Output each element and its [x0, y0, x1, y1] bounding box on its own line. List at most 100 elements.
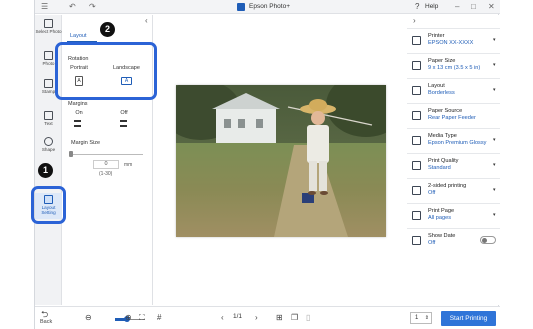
setting-printer[interactable]: Printer EPSON XX-XXXX ▾: [407, 28, 500, 52]
app-title: Epson Photo+: [249, 3, 291, 10]
setting-layout[interactable]: Layout Borderless ▾: [407, 78, 500, 102]
dropdown-arrow-icon: ▾: [493, 62, 496, 68]
collapse-panel-chevron-icon[interactable]: ‹: [145, 16, 148, 25]
print-settings-panel: › Printer EPSON XX-XXXX ▾ Paper Size 9 x…: [407, 15, 500, 305]
paper-size-icon: [412, 61, 421, 70]
duplicate-page-icon[interactable]: ❐: [291, 312, 298, 324]
redo-icon[interactable]: ↷: [89, 2, 96, 12]
setting-print-page[interactable]: Print Page All pages ▾: [407, 203, 500, 227]
title-bar: ☰ ↶ ↷ Epson Photo+ ? Help – □ ✕: [35, 0, 500, 14]
show-date-icon: [412, 236, 421, 245]
margins-off-label: Off: [120, 110, 128, 116]
setting-value: EPSON XX-XXXX: [428, 40, 474, 46]
show-date-toggle[interactable]: [480, 236, 496, 244]
media-type-icon: [412, 136, 421, 145]
dropdown-arrow-icon: ▾: [493, 87, 496, 93]
margin-size-input[interactable]: 0: [93, 160, 119, 169]
shape-icon: [44, 137, 53, 146]
setting-value: Standard: [428, 165, 451, 171]
setting-print-quality[interactable]: Print Quality Standard ▾: [407, 153, 500, 177]
sidebar-item-label: Shape: [41, 147, 56, 152]
dropdown-arrow-icon: ▾: [493, 187, 496, 193]
margin-size-slider-thumb[interactable]: [69, 151, 73, 157]
setting-value: Epson Premium Glossy: [428, 140, 487, 146]
setting-title: Print Page: [428, 208, 455, 214]
dropdown-arrow-icon: ▾: [493, 37, 496, 43]
margin-range: (1-30): [99, 171, 113, 177]
copies-value: 1: [415, 315, 419, 321]
sidebar-item-select-photo[interactable]: Select Photo: [35, 17, 62, 43]
layout-setting-callout-box: [31, 186, 66, 224]
page-indicator: 1/1: [233, 313, 243, 320]
add-page-icon[interactable]: ⊞: [276, 312, 283, 324]
margins-on-button[interactable]: [74, 120, 84, 128]
text-icon: [44, 111, 53, 120]
setting-value: All pages: [428, 215, 452, 221]
margin-unit: mm: [124, 162, 133, 168]
margin-size-slider[interactable]: [69, 154, 143, 155]
setting-title: Show Date: [428, 233, 456, 239]
sidebar-item-text[interactable]: Text: [35, 109, 62, 135]
setting-paper-size[interactable]: Paper Size 9 x 13 cm (3.5 x 5 in) ▾: [407, 53, 500, 77]
stamp-icon: [44, 79, 53, 88]
setting-title: Print Quality: [428, 158, 459, 164]
zoom-out-icon[interactable]: ⊖: [85, 312, 92, 324]
fit-to-window-icon[interactable]: ⛶: [139, 312, 145, 324]
grid-icon[interactable]: #: [157, 312, 161, 324]
print-quality-icon: [412, 161, 421, 170]
dropdown-arrow-icon: ▾: [493, 162, 496, 168]
setting-media-type[interactable]: Media Type Epson Premium Glossy ▾: [407, 128, 500, 152]
sidebar-item-label: Select Photo: [35, 29, 62, 34]
callout-number-1: 1: [38, 163, 53, 178]
setting-paper-source[interactable]: Paper Source Rear Paper Feeder: [407, 103, 500, 127]
setting-title: 2-sided printing: [428, 183, 467, 189]
boy-fishing-photo-image: [176, 85, 386, 237]
print-page-icon: [412, 211, 421, 220]
minimize-icon[interactable]: –: [455, 2, 459, 12]
two-sided-icon: [412, 186, 421, 195]
app-logo-icon: [237, 3, 245, 11]
maximize-icon[interactable]: □: [471, 2, 476, 12]
setting-value: Off: [428, 240, 436, 246]
previous-page-icon[interactable]: ‹: [221, 312, 224, 324]
print-preview-area: [154, 15, 406, 305]
help-icon[interactable]: ?: [415, 2, 419, 12]
setting-title: Media Type: [428, 133, 457, 139]
bottom-toolbar: ⮌ Back ⊖ ⊕ ⛶ # ‹ 1/1 › ⊞ ❐ ▯ 1 ⇕ Start P…: [35, 306, 500, 329]
delete-page-icon[interactable]: ▯: [306, 312, 310, 324]
setting-show-date: Show Date Off: [407, 228, 500, 252]
dropdown-arrow-icon: ▾: [493, 137, 496, 143]
back-button[interactable]: Back: [40, 319, 52, 326]
setting-title: Paper Size: [428, 58, 456, 64]
margin-size-label: Margin Size: [71, 140, 101, 146]
help-link[interactable]: Help: [425, 2, 438, 12]
tab-layout[interactable]: Layout: [70, 33, 87, 39]
dropdown-arrow-icon: ▾: [493, 212, 496, 218]
close-icon[interactable]: ✕: [488, 2, 495, 12]
setting-value: Off: [428, 190, 436, 196]
setting-title: Layout: [428, 83, 445, 89]
setting-value: Borderless: [428, 90, 455, 96]
photo-icon: [44, 51, 53, 60]
photo-preview[interactable]: [176, 85, 386, 237]
undo-icon[interactable]: ↶: [69, 2, 76, 12]
sidebar-item-shape[interactable]: Shape: [35, 135, 62, 161]
paper-source-icon: [412, 111, 421, 120]
copies-stepper[interactable]: 1 ⇕: [410, 312, 432, 324]
setting-two-sided-printing[interactable]: 2-sided printing Off ▾: [407, 178, 500, 202]
hamburger-menu-icon[interactable]: ☰: [41, 2, 48, 12]
callout-number-2: 2: [100, 22, 115, 37]
layout-icon: [412, 86, 421, 95]
setting-title: Paper Source: [428, 108, 463, 114]
next-page-icon[interactable]: ›: [255, 312, 258, 324]
zoom-in-icon[interactable]: ⊕: [125, 312, 132, 324]
select-photo-icon: [44, 19, 53, 28]
sidebar-item-label: Text: [44, 121, 53, 126]
margins-label: Margins: [68, 101, 88, 107]
start-printing-button[interactable]: Start Printing: [441, 311, 496, 326]
expand-panel-chevron-icon[interactable]: ›: [413, 16, 416, 25]
toggle-knob: [482, 238, 487, 243]
margins-off-button[interactable]: [120, 120, 130, 128]
setting-value: Rear Paper Feeder: [428, 115, 476, 121]
stepper-arrows-icon[interactable]: ⇕: [425, 313, 429, 323]
